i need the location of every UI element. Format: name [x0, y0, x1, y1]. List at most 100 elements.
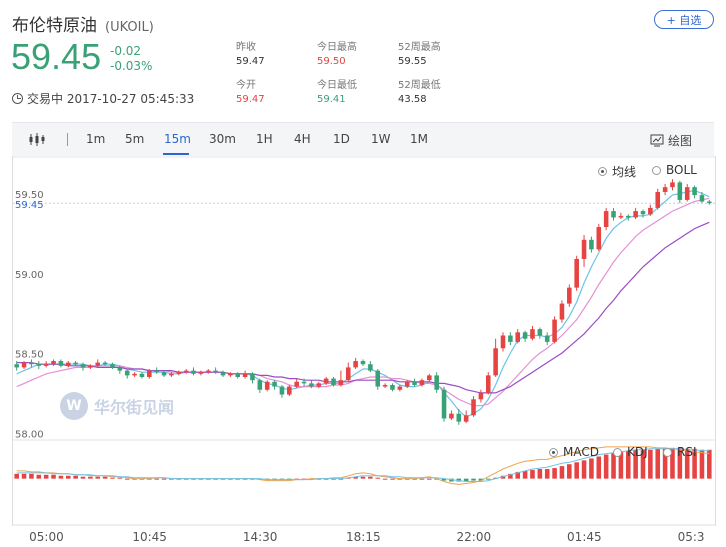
clock-icon: [12, 93, 23, 104]
candle-body: [235, 373, 241, 377]
interval-15m[interactable]: 15m: [164, 132, 191, 146]
stat-value: 43.58: [398, 94, 427, 105]
candle-body: [161, 372, 167, 376]
instrument-symbol: (UKOIL): [105, 20, 154, 35]
watermark-text: 华尔街见闻: [94, 398, 175, 417]
stat-label: 今日最低: [317, 80, 357, 91]
interval-5m[interactable]: 5m: [125, 132, 144, 146]
draw-icon: [650, 134, 664, 147]
candle-body: [102, 362, 108, 365]
x-tick-label: 05:00: [29, 530, 64, 544]
draw-tool-button[interactable]: 绘图: [650, 132, 692, 149]
macd-bar: [655, 448, 661, 479]
macd-bar: [21, 473, 27, 479]
interval-1w[interactable]: 1W: [371, 132, 391, 146]
macd-bar: [522, 470, 528, 479]
toolbar-divider: [67, 133, 68, 146]
candle-body: [29, 362, 34, 365]
add-favorite-button[interactable]: + 自选: [654, 10, 714, 29]
candle-body: [139, 373, 145, 377]
macd-bar: [110, 477, 115, 479]
interval-1h[interactable]: 1H: [256, 132, 273, 146]
candle-body: [257, 380, 263, 390]
candle-body: [618, 215, 624, 218]
candle-body: [124, 370, 130, 376]
x-tick-label: 22:00: [456, 530, 492, 544]
candle-body: [427, 375, 432, 381]
candle-body: [633, 211, 638, 218]
candle-body: [73, 362, 78, 365]
macd-bar: [88, 476, 93, 479]
active-interval-underline: [163, 153, 189, 155]
candle-body: [323, 378, 329, 384]
candle-body: [471, 399, 476, 416]
indicator-kdj-toggle[interactable]: KDJ: [613, 445, 648, 459]
macd-bar: [58, 475, 64, 479]
macd-bar: [581, 460, 587, 479]
candle-body: [537, 329, 543, 336]
indicator-boll-toggle[interactable]: BOLL: [652, 163, 697, 177]
candle-body: [530, 329, 535, 339]
y-tick-label: 58.00: [15, 429, 44, 440]
instrument-title: 布伦特原油 (UKOIL): [12, 11, 154, 36]
macd-bar: [29, 473, 34, 479]
x-tick-label: 05:3: [677, 530, 705, 544]
stat-day-high: 今日最高 59.50: [317, 41, 357, 69]
macd-bar: [552, 468, 557, 479]
interval-30m[interactable]: 30m: [209, 132, 236, 146]
candle-body: [36, 364, 42, 366]
candle-body: [478, 392, 484, 400]
candle-body: [375, 370, 381, 387]
macd-bar: [154, 478, 159, 480]
price-change: -0.02: [110, 44, 142, 58]
candle-body: [176, 372, 182, 374]
candle-body: [707, 201, 712, 204]
candle-body: [272, 381, 277, 387]
x-tick-label: 01:45: [567, 530, 602, 544]
candle-body: [567, 287, 572, 304]
macd-bar: [124, 478, 130, 480]
candle-body: [648, 207, 653, 215]
indicator-label: RSI: [677, 445, 697, 459]
macd-bar: [589, 458, 594, 479]
indicator-label: KDJ: [627, 445, 648, 459]
macd-bar: [537, 469, 543, 479]
x-tick-label: 18:15: [346, 530, 381, 544]
indicator-ma-toggle[interactable]: 均线: [598, 163, 636, 180]
candle-body: [677, 182, 683, 200]
last-price-label: 59.45: [15, 200, 44, 211]
macd-bar: [368, 476, 373, 479]
indicator-macd-toggle[interactable]: MACD: [549, 445, 599, 459]
candlestick-type-icon[interactable]: [29, 133, 45, 146]
price-chart[interactable]: 59.5059.0058.5058.0059.45: [13, 156, 715, 526]
interval-1m[interactable]: 1m: [86, 132, 105, 146]
macd-bar: [102, 476, 108, 479]
interval-1d[interactable]: 1D: [333, 132, 350, 146]
macd-bar: [43, 474, 49, 479]
stat-open: 今开 59.47: [236, 79, 265, 107]
interval-1mo[interactable]: 1M: [410, 132, 428, 146]
stat-day-low: 今日最低 59.41: [317, 79, 357, 107]
interval-4h[interactable]: 4H: [294, 132, 311, 146]
chart-area[interactable]: 59.50 59.00 58.50 58.00 59.45: [12, 156, 716, 526]
indicator-rsi-toggle[interactable]: RSI: [663, 445, 697, 459]
trading-status: 交易中 2017-10-27 05:45:33: [12, 90, 194, 107]
candle-body: [559, 303, 565, 320]
candle-body: [183, 370, 189, 373]
candle-body: [552, 319, 557, 342]
candle-body: [515, 332, 521, 342]
candle-body: [404, 381, 410, 387]
indicator-label: 均线: [612, 165, 637, 179]
candle-body: [294, 381, 299, 387]
candle-body: [117, 367, 123, 371]
macd-bar: [390, 478, 395, 480]
candle-body: [456, 413, 462, 422]
stat-value: 59.41: [317, 94, 346, 105]
candle-body: [198, 372, 204, 374]
candle-body: [264, 381, 270, 390]
candle-body: [684, 187, 690, 200]
candle-body: [434, 375, 439, 390]
macd-bar: [485, 478, 491, 480]
macd-bar: [596, 456, 602, 479]
candle-body: [500, 335, 506, 349]
